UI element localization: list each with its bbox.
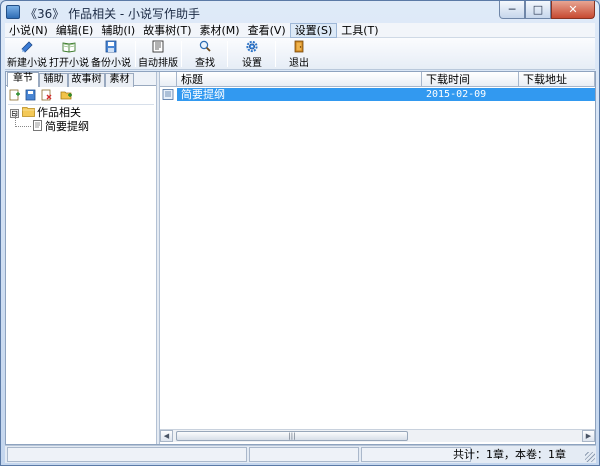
menu-bar: 小说(N) 编辑(E) 辅助(I) 故事树(T) 素材(M) 查看(V) 设置(… [5, 23, 595, 38]
status-bar: 共计：1章，本卷：1章 [5, 445, 596, 463]
menu-edit[interactable]: 编辑(E) [52, 23, 98, 38]
format-document-icon [152, 40, 164, 53]
main-area: 章节 辅助 故事树 素材 ⊟ 作品相关 简要提纲 标题 下载时间 下载地址 简要… [5, 71, 596, 445]
horizontal-scrollbar[interactable]: ◀ ||| ▶ [160, 429, 595, 442]
window-controls: ─ □ ✕ [499, 1, 595, 20]
backup-novel-button[interactable]: 备份小说 [91, 40, 131, 69]
find-label: 查找 [195, 58, 215, 69]
main-toolbar: 新建小说 打开小说 备份小说 自动排版 查找 设置 退出 [5, 38, 595, 70]
navigation-panel: 章节 辅助 故事树 素材 ⊟ 作品相关 简要提纲 [6, 72, 156, 444]
menu-novel[interactable]: 小说(N) [5, 23, 52, 38]
toolbar-separator [227, 41, 228, 67]
download-list-panel: 标题 下载时间 下载地址 简要提纲 2015-02-09 22:14 ◀ |||… [160, 72, 595, 444]
chapter-count-status: 共计：1章，本卷：1章 [453, 448, 566, 461]
title-bar[interactable]: 《36》 作品相关 - 小说写作助手 ─ □ ✕ [1, 1, 599, 23]
exit-button[interactable]: 退出 [281, 40, 317, 69]
magnifier-icon [199, 40, 211, 52]
menu-view[interactable]: 查看(V) [244, 23, 290, 38]
left-tab-strip: 章节 辅助 故事树 素材 [6, 72, 156, 87]
tab-assist[interactable]: 辅助 [39, 73, 68, 87]
backup-novel-label: 备份小说 [91, 58, 131, 69]
tree-node-chapter[interactable]: 简要提纲 [32, 120, 89, 133]
grid-header: 标题 下载时间 下载地址 [160, 72, 595, 87]
new-novel-label: 新建小说 [7, 58, 47, 69]
new-book-icon [21, 41, 33, 53]
tree-node-chapter-label: 简要提纲 [45, 120, 89, 133]
close-button[interactable]: ✕ [551, 1, 595, 19]
resize-grip[interactable] [585, 452, 595, 462]
settings-button[interactable]: 设置 [233, 40, 271, 69]
add-volume-icon[interactable] [60, 89, 73, 101]
menu-assist[interactable]: 辅助(I) [97, 23, 139, 38]
document-list-icon [162, 89, 174, 100]
cell-title: 简要提纲 [177, 88, 422, 101]
open-book-icon [62, 42, 76, 53]
scroll-thumb[interactable]: ||| [176, 431, 408, 441]
open-novel-label: 打开小说 [49, 58, 89, 69]
tab-chapters[interactable]: 章节 [7, 72, 39, 87]
chapter-tree: ⊟ 作品相关 简要提纲 [8, 104, 154, 434]
cell-download-url [519, 88, 595, 101]
gear-icon [246, 40, 258, 53]
add-chapter-icon[interactable] [8, 89, 21, 101]
column-title[interactable]: 标题 [177, 72, 422, 87]
delete-chapter-icon[interactable] [40, 89, 53, 101]
maximize-button[interactable]: □ [525, 1, 551, 19]
app-window: 《36》 作品相关 - 小说写作助手 ─ □ ✕ 小说(N) 编辑(E) 辅助(… [0, 0, 600, 466]
open-novel-button[interactable]: 打开小说 [49, 40, 89, 69]
toolbar-separator [181, 41, 182, 67]
document-icon [33, 120, 42, 131]
column-icon-spacer [160, 72, 177, 87]
menu-settings[interactable]: 设置(S) [289, 23, 338, 38]
tab-material[interactable]: 素材 [105, 73, 134, 87]
minimize-button[interactable]: ─ [499, 1, 525, 19]
floppy-disk-icon [105, 40, 117, 53]
exit-door-icon [294, 40, 304, 53]
tab-story-tree[interactable]: 故事树 [68, 73, 105, 87]
toolbar-separator [135, 41, 136, 67]
menu-story-tree[interactable]: 故事树(T) [139, 23, 195, 38]
exit-label: 退出 [289, 58, 309, 69]
column-download-url[interactable]: 下载地址 [519, 72, 595, 87]
tree-node-volume[interactable]: ⊟ 作品相关 [10, 106, 81, 119]
auto-format-button[interactable]: 自动排版 [138, 40, 178, 69]
new-novel-button[interactable]: 新建小说 [7, 40, 47, 69]
toolbar-separator [275, 41, 276, 67]
app-icon [6, 5, 20, 19]
tree-connector [15, 126, 31, 127]
table-row[interactable]: 简要提纲 2015-02-09 22:14 [160, 88, 595, 113]
scroll-left-arrow[interactable]: ◀ [160, 430, 173, 442]
tree-toolbar [6, 87, 156, 103]
window-title: 《36》 作品相关 - 小说写作助手 [25, 7, 201, 21]
folder-icon [22, 107, 35, 117]
settings-label: 设置 [242, 58, 262, 69]
scroll-right-arrow[interactable]: ▶ [582, 430, 595, 442]
column-download-time[interactable]: 下载时间 [422, 72, 519, 87]
auto-format-label: 自动排版 [138, 58, 178, 69]
status-pane-1 [7, 447, 247, 462]
tree-connector [15, 113, 16, 127]
save-chapter-icon[interactable] [24, 89, 37, 101]
status-pane-2 [249, 447, 359, 462]
menu-material[interactable]: 素材(M) [196, 23, 244, 38]
cell-download-time: 2015-02-09 22:14 [422, 88, 519, 113]
tree-node-volume-label: 作品相关 [37, 106, 81, 119]
menu-tools[interactable]: 工具(T) [337, 23, 382, 38]
find-button[interactable]: 查找 [186, 40, 224, 69]
